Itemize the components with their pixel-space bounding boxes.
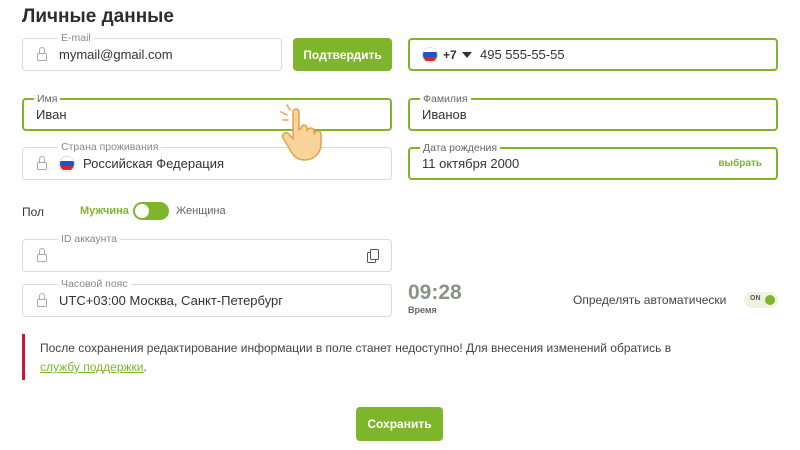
birth-date-field[interactable]: Дата рождения 11 октября 2000 выбрать: [408, 142, 778, 180]
toggle-state-text: ON: [750, 295, 761, 302]
toggle-knob: [765, 295, 775, 305]
gender-male-option[interactable]: Мужчина: [80, 205, 129, 217]
notice-end: .: [143, 360, 147, 374]
support-link[interactable]: службу поддержки: [40, 360, 143, 374]
notice-alert: После сохранения редактирование информац…: [22, 334, 778, 380]
account-id-label: ID аккаунта: [58, 233, 120, 245]
phone-value: 495 555-55-55: [480, 47, 565, 62]
auto-timezone-toggle[interactable]: ON: [744, 292, 778, 308]
current-time-label: Время: [408, 305, 437, 315]
auto-timezone-label: Определять автоматически: [573, 293, 727, 307]
phone-code-selector[interactable]: +7: [422, 40, 472, 69]
phone-code: +7: [443, 47, 457, 62]
notice-text: После сохранения редактирование информац…: [40, 341, 672, 355]
lock-icon: [37, 247, 47, 264]
account-id-field: ID аккаунта: [22, 233, 392, 272]
pick-date-button[interactable]: выбрать: [718, 149, 762, 178]
lock-icon: [37, 155, 47, 172]
lock-icon: [37, 292, 47, 309]
timezone-field: Часовой пояс UTC+03:00 Москва, Санкт-Пет…: [22, 278, 392, 317]
last-name-value: Иванов: [422, 107, 467, 122]
confirm-email-button[interactable]: Подтвердить: [293, 38, 392, 71]
russia-flag-icon: [422, 46, 438, 63]
page-title: Личные данные: [22, 6, 174, 27]
russia-flag-icon: [59, 155, 75, 172]
save-button[interactable]: Сохранить: [356, 407, 443, 441]
country-value: Российская Федерация: [59, 148, 224, 179]
email-field: E-mail mymail@gmail.com: [22, 32, 282, 71]
birth-date-value: 11 октября 2000: [422, 156, 520, 171]
current-time: 09:28: [408, 281, 462, 304]
chevron-down-icon: [461, 51, 472, 58]
timezone-value: UTC+03:00 Москва, Санкт-Петербург: [59, 293, 284, 308]
gender-toggle[interactable]: [133, 202, 169, 220]
email-value: mymail@gmail.com: [59, 47, 173, 62]
lock-icon: [37, 46, 47, 63]
last-name-field[interactable]: Фамилия Иванов: [408, 93, 778, 131]
country-name: Российская Федерация: [83, 156, 225, 171]
gender-female-option[interactable]: Женщина: [176, 205, 226, 217]
pointer-hand-icon: [280, 104, 322, 161]
gender-label: Пол: [22, 205, 45, 219]
country-field: Страна проживания Российская Федерация: [22, 141, 392, 180]
first-name-field[interactable]: Имя Иван: [22, 93, 392, 131]
phone-field[interactable]: +7 495 555-55-55: [408, 38, 778, 71]
copy-icon[interactable]: [367, 248, 379, 263]
first-name-value: Иван: [36, 107, 67, 122]
toggle-knob: [135, 204, 149, 218]
